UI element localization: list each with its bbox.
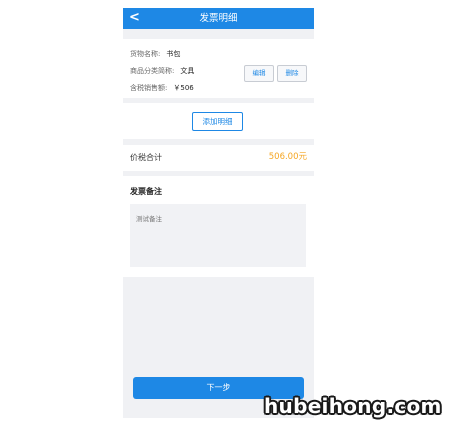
total-label: 价税合计 — [130, 153, 162, 162]
category-row: 商品分类简称: 文具 — [130, 67, 194, 76]
price-label: 含税销售额: — [130, 84, 168, 92]
delete-button[interactable]: 删除 — [277, 65, 307, 82]
add-detail-button[interactable]: 添加明细 — [192, 112, 243, 131]
phone-screen: < 发票明细 货物名称: 书包 商品分类简称: 文具 含税销售额: ￥506 编辑 删… — [123, 8, 314, 418]
price-row: 含税销售额: ￥506 — [130, 84, 194, 93]
remark-heading: 发票备注 — [130, 187, 162, 196]
price-value: ￥506 — [173, 84, 194, 92]
top-nav-bar: < 发票明细 — [123, 8, 314, 29]
remark-input[interactable] — [130, 204, 306, 267]
goods-name-label: 货物名称: — [130, 50, 161, 58]
total-amount: 506.00元 — [268, 152, 307, 162]
remark-card: 发票备注 — [123, 176, 314, 277]
edit-button[interactable]: 编辑 — [244, 65, 274, 82]
goods-name-value: 书包 — [166, 50, 181, 58]
goods-name-row: 货物名称: 书包 — [130, 50, 180, 59]
category-label: 商品分类简称: — [130, 67, 175, 75]
add-detail-card: 添加明细 — [123, 103, 314, 139]
page-title: 发票明细 — [199, 13, 238, 24]
total-card: 价税合计 506.00元 — [123, 145, 314, 171]
site-watermark: hubeihong.com — [264, 394, 442, 418]
category-value: 文具 — [180, 67, 195, 75]
